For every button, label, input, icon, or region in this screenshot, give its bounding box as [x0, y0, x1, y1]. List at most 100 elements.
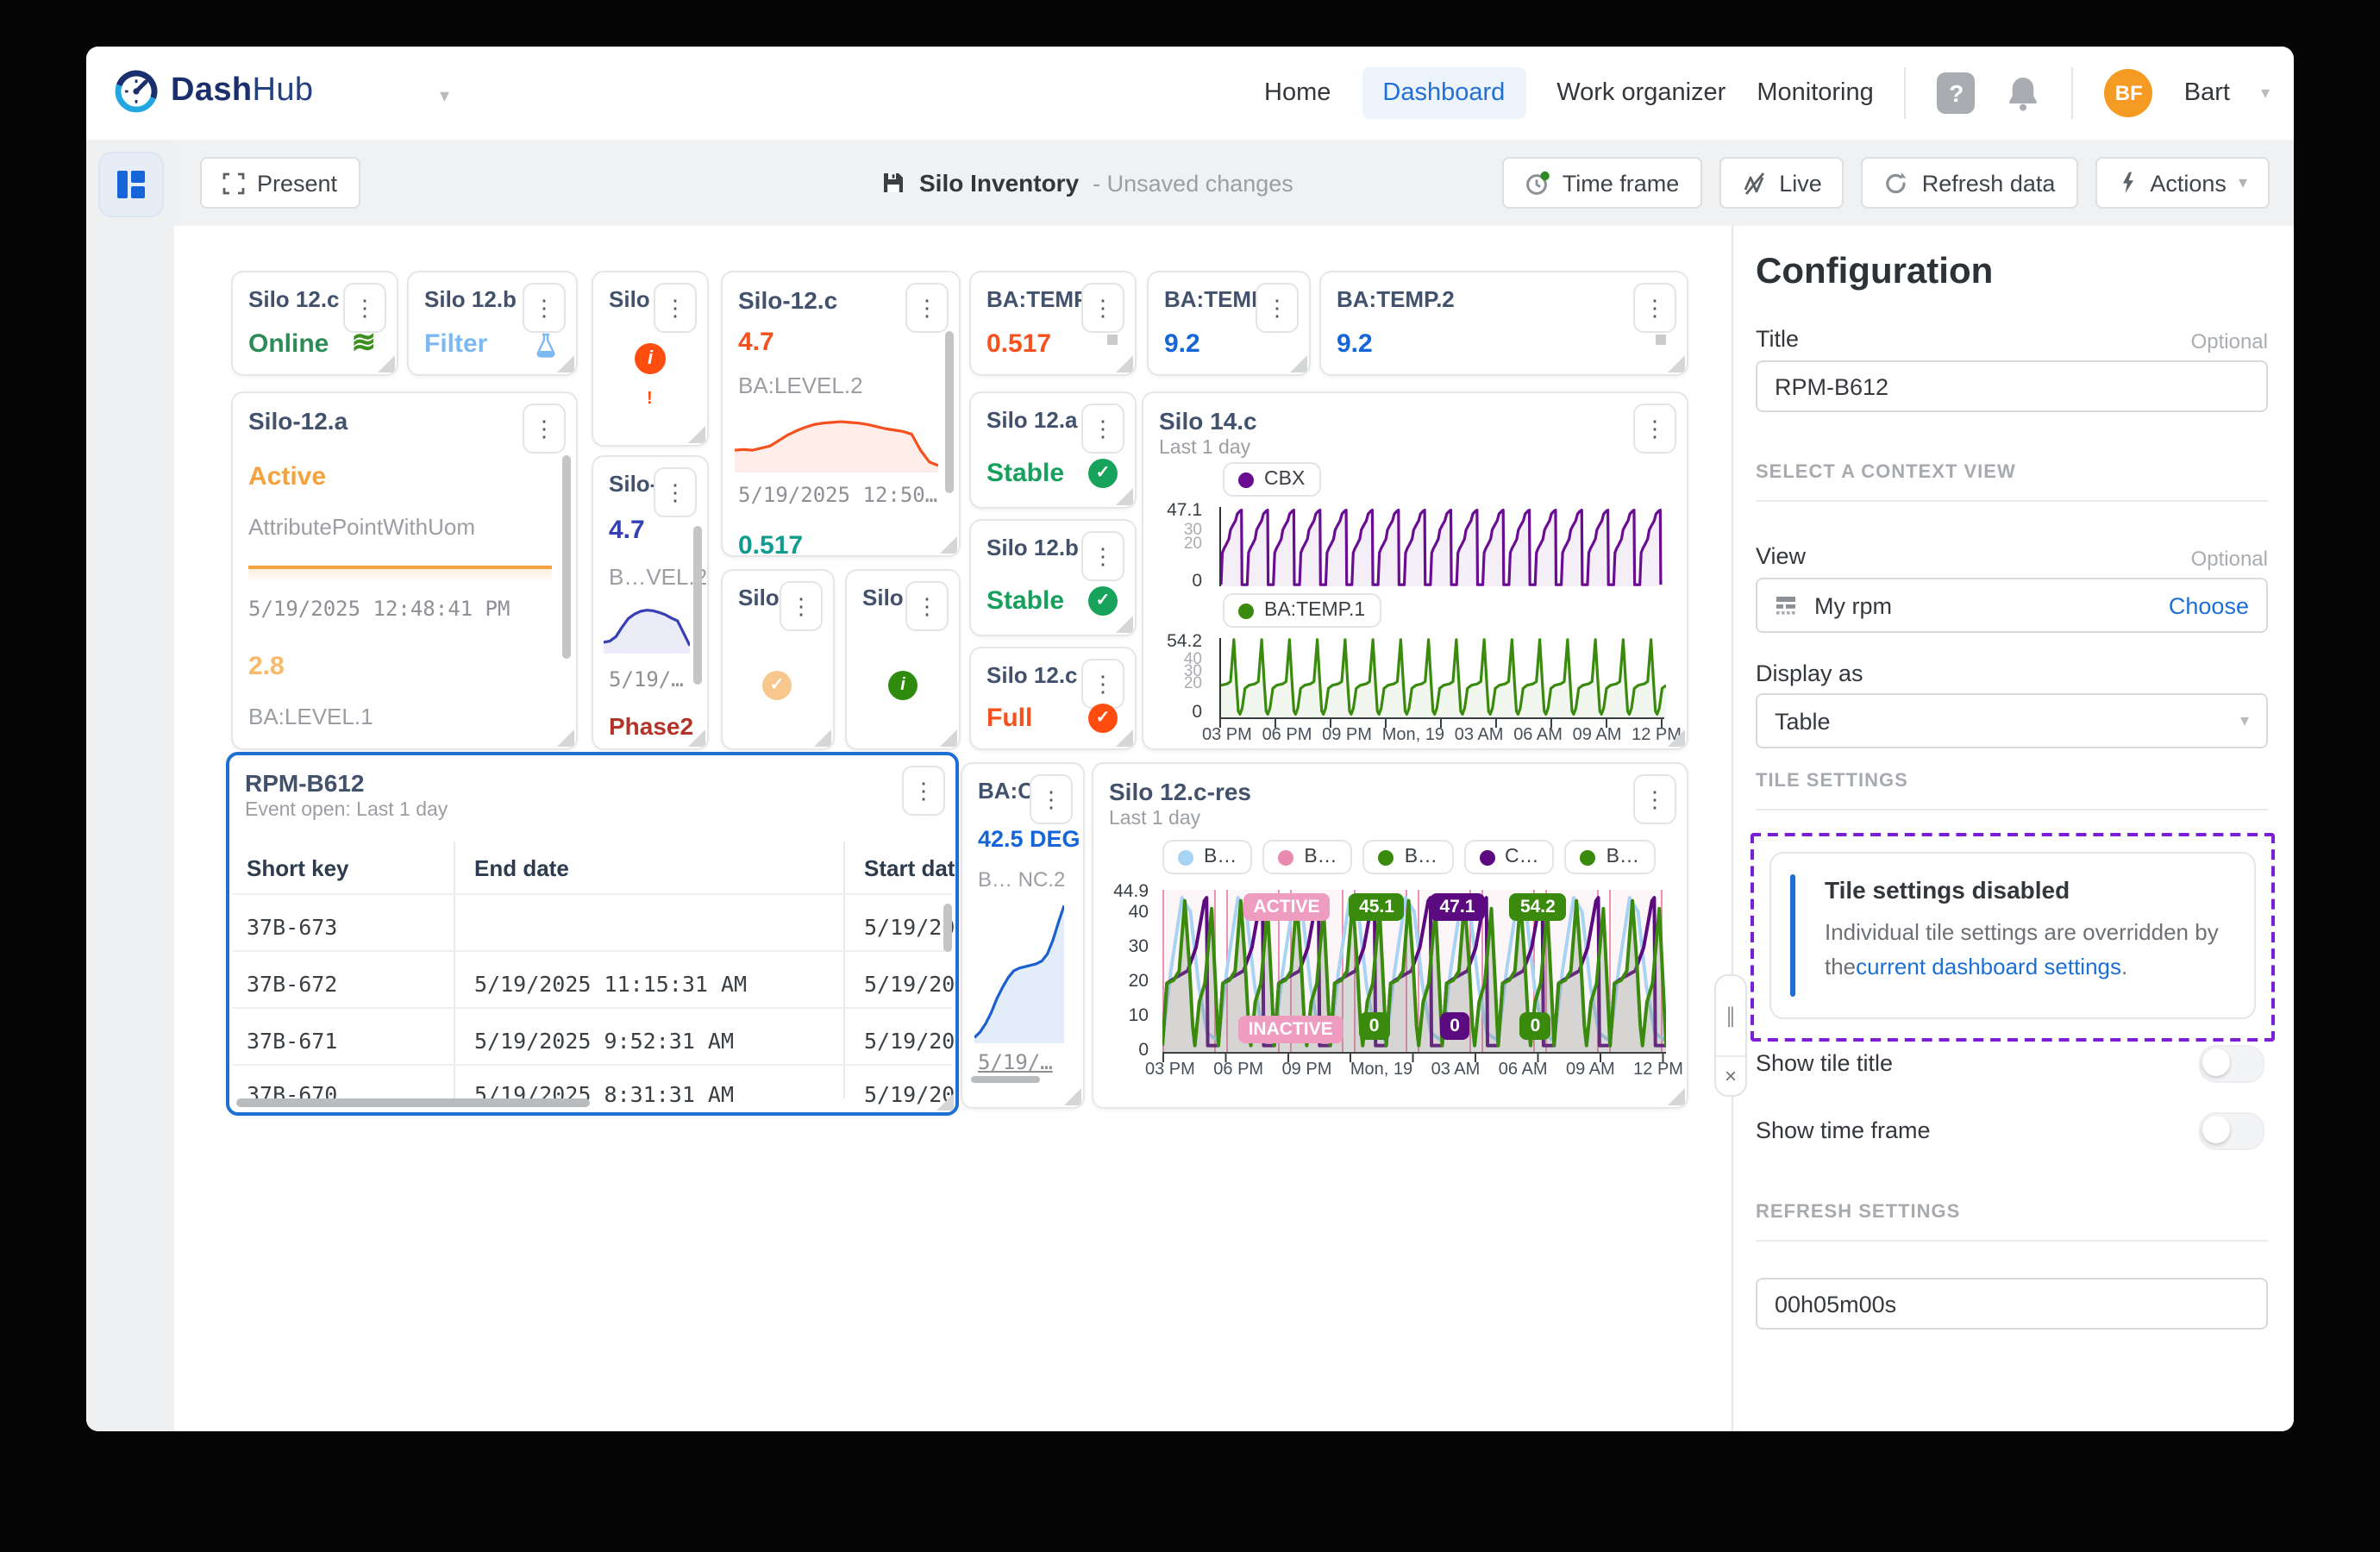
legend-chip[interactable]: B…	[1262, 840, 1353, 874]
tile-menu-button[interactable]: ⋮	[902, 766, 945, 816]
h-scrollbar-thumb[interactable]	[236, 1098, 590, 1107]
resize-handle[interactable]	[1668, 355, 1685, 372]
resize-handle[interactable]	[1064, 1088, 1081, 1105]
tile-silo-12c-spark[interactable]: Silo-12.c ⋮ 4.7 BA:LEVEL.2 5/19/2025 12:…	[721, 271, 961, 557]
tile-silo-1-info[interactable]: Silo 1 ⋮ i	[845, 569, 961, 750]
tile-menu-button[interactable]: ⋮	[654, 283, 697, 333]
legend-chip[interactable]: B…	[1162, 840, 1253, 874]
tile-menu-button[interactable]: ⋮	[905, 283, 949, 333]
time-frame-button[interactable]: Time frame	[1501, 157, 1702, 209]
help-icon[interactable]: ?	[1937, 72, 1976, 114]
user-name[interactable]: Bart	[2184, 79, 2230, 107]
tile-menu-button[interactable]: ⋮	[1256, 283, 1299, 333]
brand-caret-icon[interactable]: ▾	[440, 84, 449, 107]
tile-menu-button[interactable]: ⋮	[1633, 774, 1676, 824]
column-header[interactable]: End date	[474, 855, 569, 881]
brand[interactable]: DashHub	[114, 69, 313, 114]
resize-handle[interactable]	[936, 1093, 954, 1111]
resize-handle[interactable]	[1668, 1088, 1685, 1105]
view-picker[interactable]: My rpm Choose	[1756, 578, 2268, 633]
scrollbar-thumb[interactable]	[693, 526, 702, 685]
tile-timestamp[interactable]: 5/19/…	[978, 1050, 1053, 1074]
tile-silo-12a-stable[interactable]: Silo 12.a ⋮ Stable ✓	[969, 391, 1137, 509]
column-divider	[843, 842, 845, 1098]
resize-handle[interactable]	[688, 729, 705, 747]
tile-menu-button[interactable]: ⋮	[1030, 774, 1073, 824]
tile-batemp1[interactable]: BA:TEMP.1 ⋮ 0.517	[969, 271, 1137, 376]
legend-chip[interactable]: B…	[1564, 840, 1655, 874]
column-header[interactable]: Start date	[864, 855, 955, 881]
resize-handle[interactable]	[1668, 729, 1685, 747]
display-as-select[interactable]: Table ▾	[1756, 693, 2268, 748]
tile-menu-button[interactable]: ⋮	[1633, 404, 1676, 454]
title-input[interactable]	[1756, 360, 2268, 412]
resize-handle[interactable]	[378, 355, 395, 372]
tile-silo-12b-filter[interactable]: Silo 12.b ⋮ Filter	[407, 271, 578, 376]
legend-batemp1[interactable]: BA:TEMP.1	[1223, 593, 1381, 628]
panel-resize-grip[interactable]: ∥	[1716, 976, 1745, 1057]
present-button[interactable]: Present	[200, 157, 360, 209]
tile-batemp2-b[interactable]: BA:TEMP.2 ⋮ 9.2	[1319, 271, 1688, 376]
scrollbar-thumb[interactable]	[943, 904, 952, 952]
avatar[interactable]: BF	[2104, 69, 2153, 117]
actions-button[interactable]: Actions ▾	[2095, 157, 2270, 209]
tile-menu-button[interactable]: ⋮	[1633, 283, 1676, 333]
resize-handle[interactable]	[940, 536, 957, 554]
column-header[interactable]: Short key	[247, 855, 349, 881]
user-caret-icon[interactable]: ▾	[2261, 84, 2270, 103]
nav-monitoring[interactable]: Monitoring	[1757, 79, 1873, 107]
legend-chip[interactable]: C…	[1463, 840, 1555, 874]
current-dashboard-settings-link[interactable]: current dashboard settings	[1856, 953, 2121, 979]
resize-handle[interactable]	[1116, 729, 1133, 747]
tile-silo-12b-stable[interactable]: Silo 12.b ⋮ Stable ✓	[969, 519, 1137, 636]
dashboard-layout-button[interactable]	[98, 152, 164, 217]
legend-cbx[interactable]: CBX	[1223, 462, 1321, 497]
nav-work-organizer[interactable]: Work organizer	[1556, 79, 1726, 107]
resize-handle[interactable]	[1116, 616, 1133, 633]
tile-menu-button[interactable]: ⋮	[523, 404, 566, 454]
tile-rpm-b612-table[interactable]: RPM-B612 Event open: Last 1 day ⋮ Short …	[226, 752, 959, 1116]
tile-bac[interactable]: BA:C ⋮ 42.5 DEG B… NC.2 5/19/…	[961, 762, 1085, 1109]
bell-icon[interactable]	[2007, 74, 2041, 112]
resize-handle[interactable]	[1116, 355, 1133, 372]
resize-handle[interactable]	[940, 729, 957, 747]
resize-handle[interactable]	[688, 426, 705, 443]
tile-silo-1-check[interactable]: Silo 1 ⋮ ✓	[721, 569, 835, 750]
tile-menu-button[interactable]: ⋮	[1081, 283, 1124, 333]
resize-handle[interactable]	[1290, 355, 1307, 372]
refresh-interval-input[interactable]	[1756, 1278, 2268, 1330]
tile-silo-12a-detail[interactable]: Silo-12.a ⋮ Active AttributePointWithUom…	[231, 391, 578, 750]
legend-chip[interactable]: B…	[1362, 840, 1454, 874]
live-button[interactable]: Live	[1719, 157, 1845, 209]
resize-handle[interactable]	[814, 729, 831, 747]
nav-home[interactable]: Home	[1264, 79, 1331, 107]
show-time-frame-toggle[interactable]	[2199, 1112, 2264, 1150]
tile-menu-button[interactable]: ⋮	[1081, 531, 1124, 581]
state-badge-inactive: INACTIVE	[1237, 1016, 1343, 1044]
tile-menu-button[interactable]: ⋮	[1081, 404, 1124, 454]
choose-link[interactable]: Choose	[2169, 592, 2249, 618]
tile-menu-button[interactable]: ⋮	[523, 283, 566, 333]
refresh-data-button[interactable]: Refresh data	[1861, 157, 2078, 209]
tile-menu-button[interactable]: ⋮	[780, 581, 823, 631]
scrollbar-thumb[interactable]	[945, 331, 954, 493]
tile-silo-spark-blue[interactable]: Silo- ⋮ 4.7 B…VEL.2 5/19/… Phase2	[592, 455, 709, 750]
tile-silo-14c-chart[interactable]: Silo 14.c Last 1 day ⋮ CBX 47.1 30 20 0 …	[1142, 391, 1688, 750]
tile-menu-button[interactable]: ⋮	[1081, 659, 1124, 709]
resize-handle[interactable]	[557, 729, 574, 747]
panel-close-button[interactable]: ×	[1716, 1057, 1745, 1095]
resize-handle[interactable]	[557, 355, 574, 372]
h-scrollbar-thumb[interactable]	[971, 1076, 1040, 1083]
show-tile-title-toggle[interactable]	[2199, 1045, 2264, 1083]
tile-silo-1-alert[interactable]: Silo 1 ⋮ i !	[592, 271, 709, 447]
tile-menu-button[interactable]: ⋮	[654, 467, 697, 517]
resize-handle[interactable]	[1116, 488, 1133, 505]
tile-menu-button[interactable]: ⋮	[905, 581, 949, 631]
tile-silo-12c-full[interactable]: Silo 12.c ⋮ Full ✓	[969, 647, 1137, 750]
tile-title: Silo 1	[862, 585, 911, 610]
tile-silo-12c-res-chart[interactable]: Silo 12.c-res Last 1 day ⋮ B… B… B… C… B…	[1092, 762, 1688, 1109]
scrollbar-thumb[interactable]	[562, 455, 571, 659]
tile-silo-12c-online[interactable]: Silo 12.c ⋮ Online ≋	[231, 271, 398, 376]
nav-dashboard[interactable]: Dashboard	[1362, 67, 1526, 119]
tile-batemp2-a[interactable]: BA:TEMP.2 ⋮ 9.2	[1147, 271, 1311, 376]
